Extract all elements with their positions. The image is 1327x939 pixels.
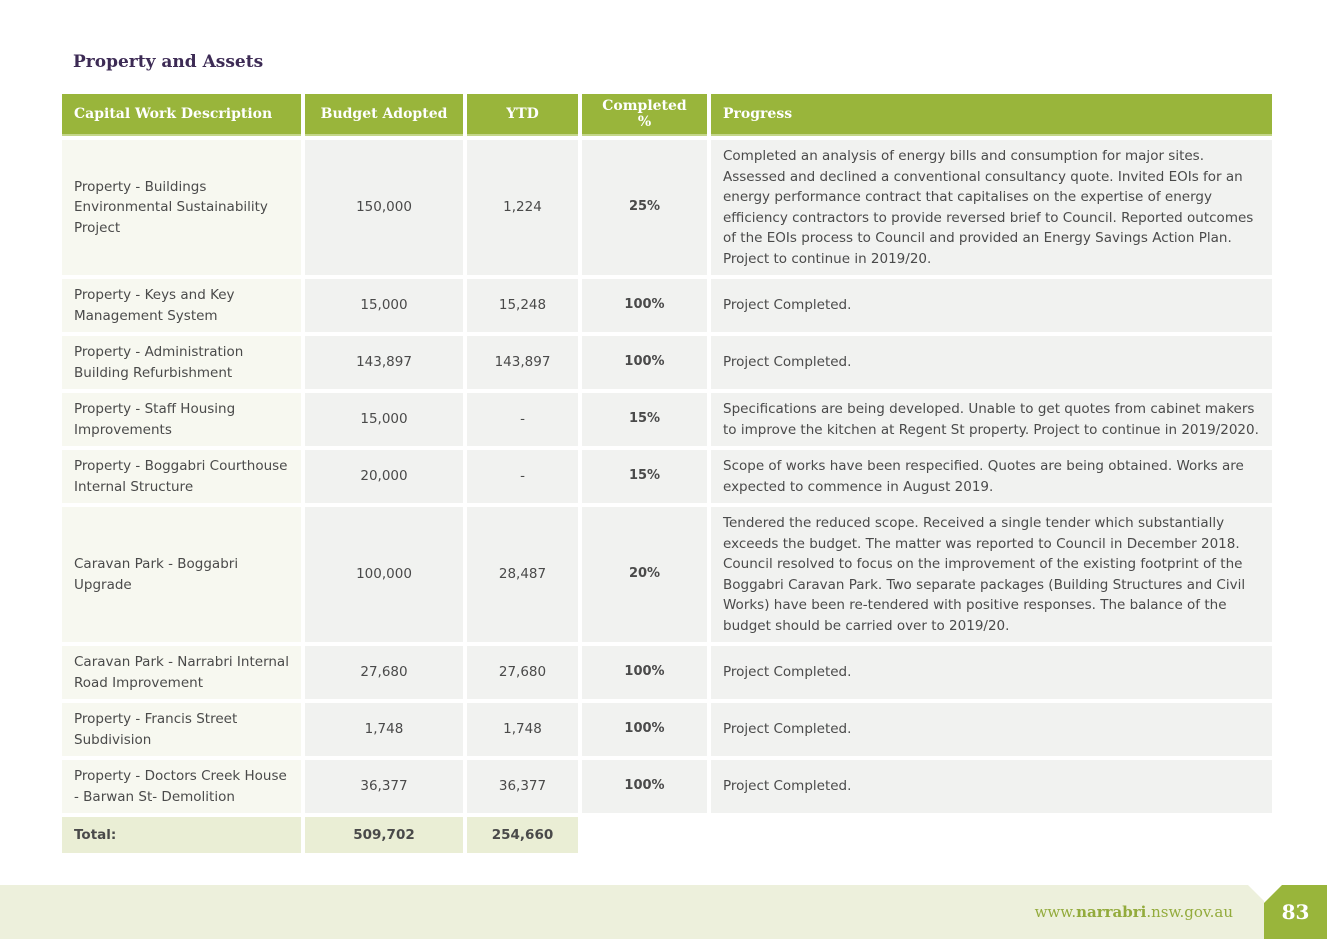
row-progress: Project Completed. [711,703,1272,756]
table-row: Property - Doctors Creek House - Barwan … [62,760,1272,813]
row-description: Property - Keys and Key Management Syste… [62,279,301,332]
header-ytd: YTD [467,94,578,136]
row-budget: 143,897 [305,336,463,389]
row-ytd: 1,224 [467,140,578,275]
row-ytd: 36,377 [467,760,578,813]
row-ytd: 15,248 [467,279,578,332]
total-row: Total: 509,702 254,660 [62,817,1272,853]
table-row: Property - Administration Building Refur… [62,336,1272,389]
row-completed: 100% [582,336,707,389]
table-row: Caravan Park - Boggabri Upgrade 100,000 … [62,507,1272,642]
row-completed: 100% [582,646,707,699]
row-description: Property - Staff Housing Improvements [62,393,301,446]
table-header-row: Capital Work Description Budget Adopted … [62,94,1272,136]
row-ytd: 28,487 [467,507,578,642]
header-completed: Completed % [582,94,707,136]
website-prefix: www. [1034,903,1077,921]
row-completed: 15% [582,393,707,446]
row-completed: 100% [582,703,707,756]
row-budget: 20,000 [305,450,463,503]
row-ytd: 1,748 [467,703,578,756]
row-progress: Specifications are being developed. Unab… [711,393,1272,446]
row-budget: 100,000 [305,507,463,642]
row-budget: 27,680 [305,646,463,699]
website-name: narrabri [1076,903,1147,921]
row-progress: Tendered the reduced scope. Received a s… [711,507,1272,642]
table-row: Property - Francis Street Subdivision 1,… [62,703,1272,756]
row-ytd: 143,897 [467,336,578,389]
row-budget: 15,000 [305,279,463,332]
table-row: Property - Boggabri Courthouse Internal … [62,450,1272,503]
total-ytd: 254,660 [467,817,578,853]
row-budget: 36,377 [305,760,463,813]
row-budget: 15,000 [305,393,463,446]
row-ytd: 27,680 [467,646,578,699]
row-description: Property - Doctors Creek House - Barwan … [62,760,301,813]
row-completed: 100% [582,279,707,332]
header-budget: Budget Adopted [305,94,463,136]
row-progress: Project Completed. [711,336,1272,389]
table-row: Caravan Park - Narrabri Internal Road Im… [62,646,1272,699]
row-description: Property - Boggabri Courthouse Internal … [62,450,301,503]
row-ytd: - [467,393,578,446]
total-label: Total: [62,817,301,853]
row-description: Caravan Park - Narrabri Internal Road Im… [62,646,301,699]
row-progress: Project Completed. [711,279,1272,332]
row-progress: Completed an analysis of energy bills an… [711,140,1272,275]
row-progress: Project Completed. [711,760,1272,813]
header-description: Capital Work Description [62,94,301,136]
total-budget: 509,702 [305,817,463,853]
row-completed: 20% [582,507,707,642]
total-blank-cell [711,817,1272,853]
row-ytd: - [467,450,578,503]
header-progress: Progress [711,94,1272,136]
row-budget: 1,748 [305,703,463,756]
capital-works-table: Capital Work Description Budget Adopted … [58,90,1276,857]
total-blank-cell [582,817,707,853]
section-title: Property and Assets [73,52,264,72]
row-description: Property - Francis Street Subdivision [62,703,301,756]
row-description: Property - Administration Building Refur… [62,336,301,389]
row-description: Property - Buildings Environmental Susta… [62,140,301,275]
website-link[interactable]: www.narrabri.nsw.gov.au [1035,903,1233,921]
website-suffix: .nsw.gov.au [1146,903,1233,921]
table-row: Property - Buildings Environmental Susta… [62,140,1272,275]
row-completed: 25% [582,140,707,275]
row-completed: 15% [582,450,707,503]
row-budget: 150,000 [305,140,463,275]
table-row: Property - Keys and Key Management Syste… [62,279,1272,332]
row-progress: Scope of works have been respecified. Qu… [711,450,1272,503]
row-description: Caravan Park - Boggabri Upgrade [62,507,301,642]
row-progress: Project Completed. [711,646,1272,699]
table-row: Property - Staff Housing Improvements 15… [62,393,1272,446]
row-completed: 100% [582,760,707,813]
